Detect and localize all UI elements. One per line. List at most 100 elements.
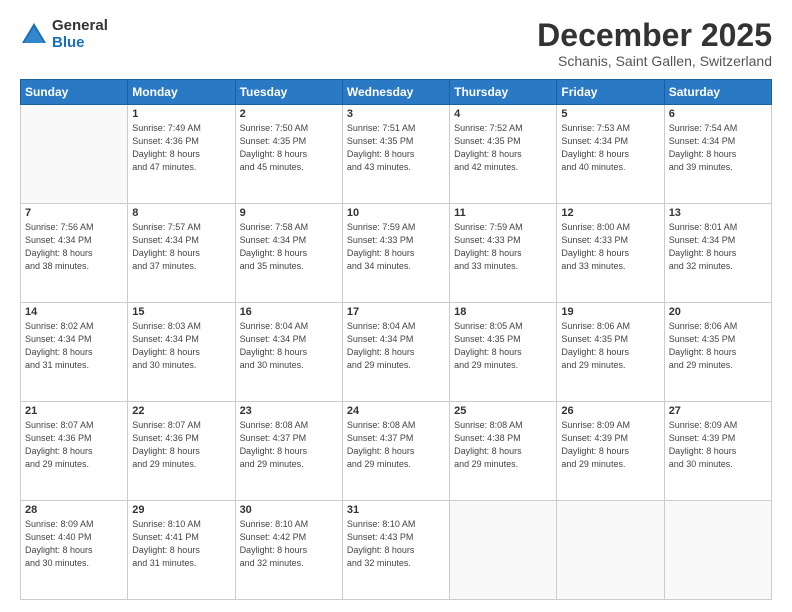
day-info: Sunrise: 8:09 AM Sunset: 4:39 PM Dayligh… (669, 419, 767, 471)
day-number: 31 (347, 504, 445, 516)
table-cell: 28 Sunrise: 8:09 AM Sunset: 4:40 PM Dayli… (21, 501, 128, 600)
day-info: Sunrise: 8:01 AM Sunset: 4:34 PM Dayligh… (669, 221, 767, 273)
table-cell: 11 Sunrise: 7:59 AM Sunset: 4:33 PM Dayli… (450, 204, 557, 303)
logo-general: General (52, 18, 108, 35)
day-info: Sunrise: 8:03 AM Sunset: 4:34 PM Dayligh… (132, 320, 230, 372)
day-info: Sunrise: 8:05 AM Sunset: 4:35 PM Dayligh… (454, 320, 552, 372)
table-cell (450, 501, 557, 600)
day-info: Sunrise: 8:09 AM Sunset: 4:39 PM Dayligh… (561, 419, 659, 471)
header-row: Sunday Monday Tuesday Wednesday Thursday… (21, 80, 772, 105)
day-info: Sunrise: 8:08 AM Sunset: 4:37 PM Dayligh… (347, 419, 445, 471)
table-cell: 27 Sunrise: 8:09 AM Sunset: 4:39 PM Dayli… (664, 402, 771, 501)
col-wednesday: Wednesday (342, 80, 449, 105)
table-cell: 12Sunrise: 8:00 AM Sunset: 4:33 PM Dayli… (557, 204, 664, 303)
day-number: 24 (347, 405, 445, 417)
day-number: 3 (347, 108, 445, 120)
day-info: Sunrise: 8:10 AM Sunset: 4:43 PM Dayligh… (347, 518, 445, 570)
day-number: 15 (132, 306, 230, 318)
table-cell: 30 Sunrise: 8:10 AM Sunset: 4:42 PM Dayli… (235, 501, 342, 600)
table-cell: 20Sunrise: 8:06 AM Sunset: 4:35 PM Dayli… (664, 303, 771, 402)
table-cell: 2 Sunrise: 7:50 AM Sunset: 4:35 PM Daylig… (235, 105, 342, 204)
day-number: 7 (25, 207, 123, 219)
day-number: 11 (454, 207, 552, 219)
table-cell: 26Sunrise: 8:09 AM Sunset: 4:39 PM Dayli… (557, 402, 664, 501)
day-info: Sunrise: 8:08 AM Sunset: 4:38 PM Dayligh… (454, 419, 552, 471)
week-row-1: 1Sunrise: 7:49 AM Sunset: 4:36 PM Daylig… (21, 105, 772, 204)
day-number: 29 (132, 504, 230, 516)
day-info: Sunrise: 7:51 AM Sunset: 4:35 PM Dayligh… (347, 122, 445, 174)
day-number: 16 (240, 306, 338, 318)
table-cell: 24 Sunrise: 8:08 AM Sunset: 4:37 PM Dayli… (342, 402, 449, 501)
table-cell: 7Sunrise: 7:56 AM Sunset: 4:34 PM Daylig… (21, 204, 128, 303)
week-row-5: 28 Sunrise: 8:09 AM Sunset: 4:40 PM Dayli… (21, 501, 772, 600)
day-info: Sunrise: 7:52 AM Sunset: 4:35 PM Dayligh… (454, 122, 552, 174)
day-number: 2 (240, 108, 338, 120)
day-number: 4 (454, 108, 552, 120)
day-info: Sunrise: 8:04 AM Sunset: 4:34 PM Dayligh… (347, 320, 445, 372)
day-number: 9 (240, 207, 338, 219)
table-cell: 1Sunrise: 7:49 AM Sunset: 4:36 PM Daylig… (128, 105, 235, 204)
table-cell: 14 Sunrise: 8:02 AM Sunset: 4:34 PM Dayli… (21, 303, 128, 402)
col-saturday: Saturday (664, 80, 771, 105)
table-cell: 8Sunrise: 7:57 AM Sunset: 4:34 PM Daylig… (128, 204, 235, 303)
day-info: Sunrise: 7:59 AM Sunset: 4:33 PM Dayligh… (454, 221, 552, 273)
table-cell: 23 Sunrise: 8:08 AM Sunset: 4:37 PM Dayli… (235, 402, 342, 501)
day-number: 17 (347, 306, 445, 318)
sub-title: Schanis, Saint Gallen, Switzerland (537, 53, 772, 69)
day-number: 14 (25, 306, 123, 318)
day-number: 13 (669, 207, 767, 219)
day-info: Sunrise: 8:08 AM Sunset: 4:37 PM Dayligh… (240, 419, 338, 471)
table-cell (557, 501, 664, 600)
day-number: 22 (132, 405, 230, 417)
table-cell: 9 Sunrise: 7:58 AM Sunset: 4:34 PM Daylig… (235, 204, 342, 303)
day-number: 18 (454, 306, 552, 318)
main-title: December 2025 (537, 18, 772, 53)
header: General Blue December 2025 Schanis, Sain… (20, 18, 772, 69)
table-cell: 21 Sunrise: 8:07 AM Sunset: 4:36 PM Dayli… (21, 402, 128, 501)
table-cell: 16Sunrise: 8:04 AM Sunset: 4:34 PM Dayli… (235, 303, 342, 402)
logo-blue: Blue (52, 35, 108, 52)
day-number: 19 (561, 306, 659, 318)
day-info: Sunrise: 8:07 AM Sunset: 4:36 PM Dayligh… (132, 419, 230, 471)
table-cell: 25 Sunrise: 8:08 AM Sunset: 4:38 PM Dayli… (450, 402, 557, 501)
week-row-3: 14 Sunrise: 8:02 AM Sunset: 4:34 PM Dayli… (21, 303, 772, 402)
table-cell: 29 Sunrise: 8:10 AM Sunset: 4:41 PM Dayli… (128, 501, 235, 600)
table-cell: 15 Sunrise: 8:03 AM Sunset: 4:34 PM Dayli… (128, 303, 235, 402)
day-info: Sunrise: 8:10 AM Sunset: 4:42 PM Dayligh… (240, 518, 338, 570)
day-number: 5 (561, 108, 659, 120)
day-number: 6 (669, 108, 767, 120)
table-cell: 18 Sunrise: 8:05 AM Sunset: 4:35 PM Dayli… (450, 303, 557, 402)
day-number: 8 (132, 207, 230, 219)
table-cell: 31 Sunrise: 8:10 AM Sunset: 4:43 PM Dayli… (342, 501, 449, 600)
logo-text: General Blue (52, 18, 108, 51)
day-info: Sunrise: 8:00 AM Sunset: 4:33 PM Dayligh… (561, 221, 659, 273)
col-sunday: Sunday (21, 80, 128, 105)
day-info: Sunrise: 7:58 AM Sunset: 4:34 PM Dayligh… (240, 221, 338, 273)
day-number: 25 (454, 405, 552, 417)
week-row-4: 21 Sunrise: 8:07 AM Sunset: 4:36 PM Dayli… (21, 402, 772, 501)
col-thursday: Thursday (450, 80, 557, 105)
title-block: December 2025 Schanis, Saint Gallen, Swi… (537, 18, 772, 69)
day-number: 27 (669, 405, 767, 417)
table-cell: 17 Sunrise: 8:04 AM Sunset: 4:34 PM Dayli… (342, 303, 449, 402)
day-info: Sunrise: 7:59 AM Sunset: 4:33 PM Dayligh… (347, 221, 445, 273)
day-number: 20 (669, 306, 767, 318)
day-number: 21 (25, 405, 123, 417)
day-number: 23 (240, 405, 338, 417)
day-info: Sunrise: 7:50 AM Sunset: 4:35 PM Dayligh… (240, 122, 338, 174)
day-number: 28 (25, 504, 123, 516)
day-info: Sunrise: 8:02 AM Sunset: 4:34 PM Dayligh… (25, 320, 123, 372)
calendar: Sunday Monday Tuesday Wednesday Thursday… (20, 79, 772, 600)
day-number: 1 (132, 108, 230, 120)
day-info: Sunrise: 8:07 AM Sunset: 4:36 PM Dayligh… (25, 419, 123, 471)
day-number: 30 (240, 504, 338, 516)
col-monday: Monday (128, 80, 235, 105)
table-cell: 13 Sunrise: 8:01 AM Sunset: 4:34 PM Dayli… (664, 204, 771, 303)
table-cell (664, 501, 771, 600)
day-info: Sunrise: 8:09 AM Sunset: 4:40 PM Dayligh… (25, 518, 123, 570)
day-info: Sunrise: 8:10 AM Sunset: 4:41 PM Dayligh… (132, 518, 230, 570)
page: General Blue December 2025 Schanis, Sain… (0, 0, 792, 612)
logo: General Blue (20, 18, 108, 51)
table-cell: 6Sunrise: 7:54 AM Sunset: 4:34 PM Daylig… (664, 105, 771, 204)
table-cell: 10Sunrise: 7:59 AM Sunset: 4:33 PM Dayli… (342, 204, 449, 303)
